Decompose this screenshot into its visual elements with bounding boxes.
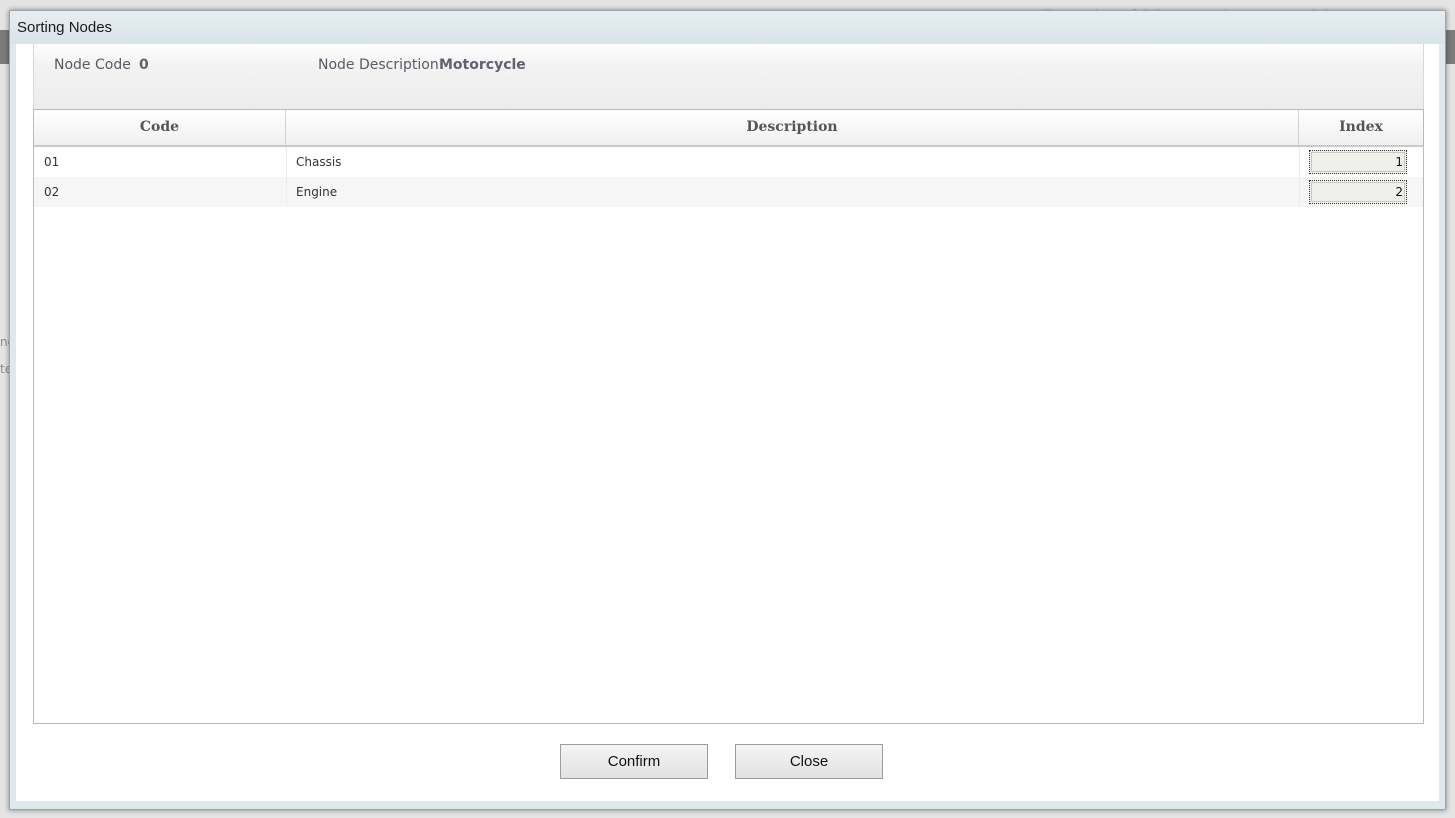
column-header-index[interactable]: Index <box>1299 110 1423 145</box>
row-code: 02 <box>44 185 60 199</box>
sorting-nodes-dialog: Sorting Nodes Node Code 0 Node Descripti… <box>9 10 1446 810</box>
node-code-value: 0 <box>139 57 149 73</box>
row-description: Chassis <box>296 155 342 169</box>
nodes-grid: Code Description Index 01 Chassis 1 02 E… <box>33 109 1424 724</box>
confirm-button[interactable]: Confirm <box>560 744 708 779</box>
column-divider <box>1299 147 1300 177</box>
column-header-description[interactable]: Description <box>286 110 1299 145</box>
dialog-titlebar[interactable]: Sorting Nodes <box>10 11 1445 44</box>
grid-header: Code Description Index <box>34 110 1423 147</box>
column-header-code[interactable]: Code <box>34 110 286 145</box>
row-code: 01 <box>44 155 60 169</box>
index-input[interactable]: 1 <box>1309 150 1407 174</box>
row-description: Engine <box>296 185 338 199</box>
dialog-body: Node Code 0 Node Description Motorcycle … <box>16 44 1439 801</box>
table-row[interactable]: 01 Chassis 1 <box>34 147 1423 177</box>
node-code-label: Node Code <box>54 57 131 73</box>
node-description-value: Motorcycle <box>439 57 526 73</box>
table-row[interactable]: 02 Engine 2 <box>34 177 1423 207</box>
dialog-title: Sorting Nodes <box>17 19 113 36</box>
node-description-label: Node Description <box>318 57 439 73</box>
column-divider <box>286 147 287 177</box>
close-button[interactable]: Close <box>735 744 883 779</box>
index-input[interactable]: 2 <box>1309 180 1407 204</box>
column-divider <box>286 177 287 207</box>
node-info-panel: Node Code 0 Node Description Motorcycle <box>33 44 1424 110</box>
column-divider <box>1299 177 1300 207</box>
